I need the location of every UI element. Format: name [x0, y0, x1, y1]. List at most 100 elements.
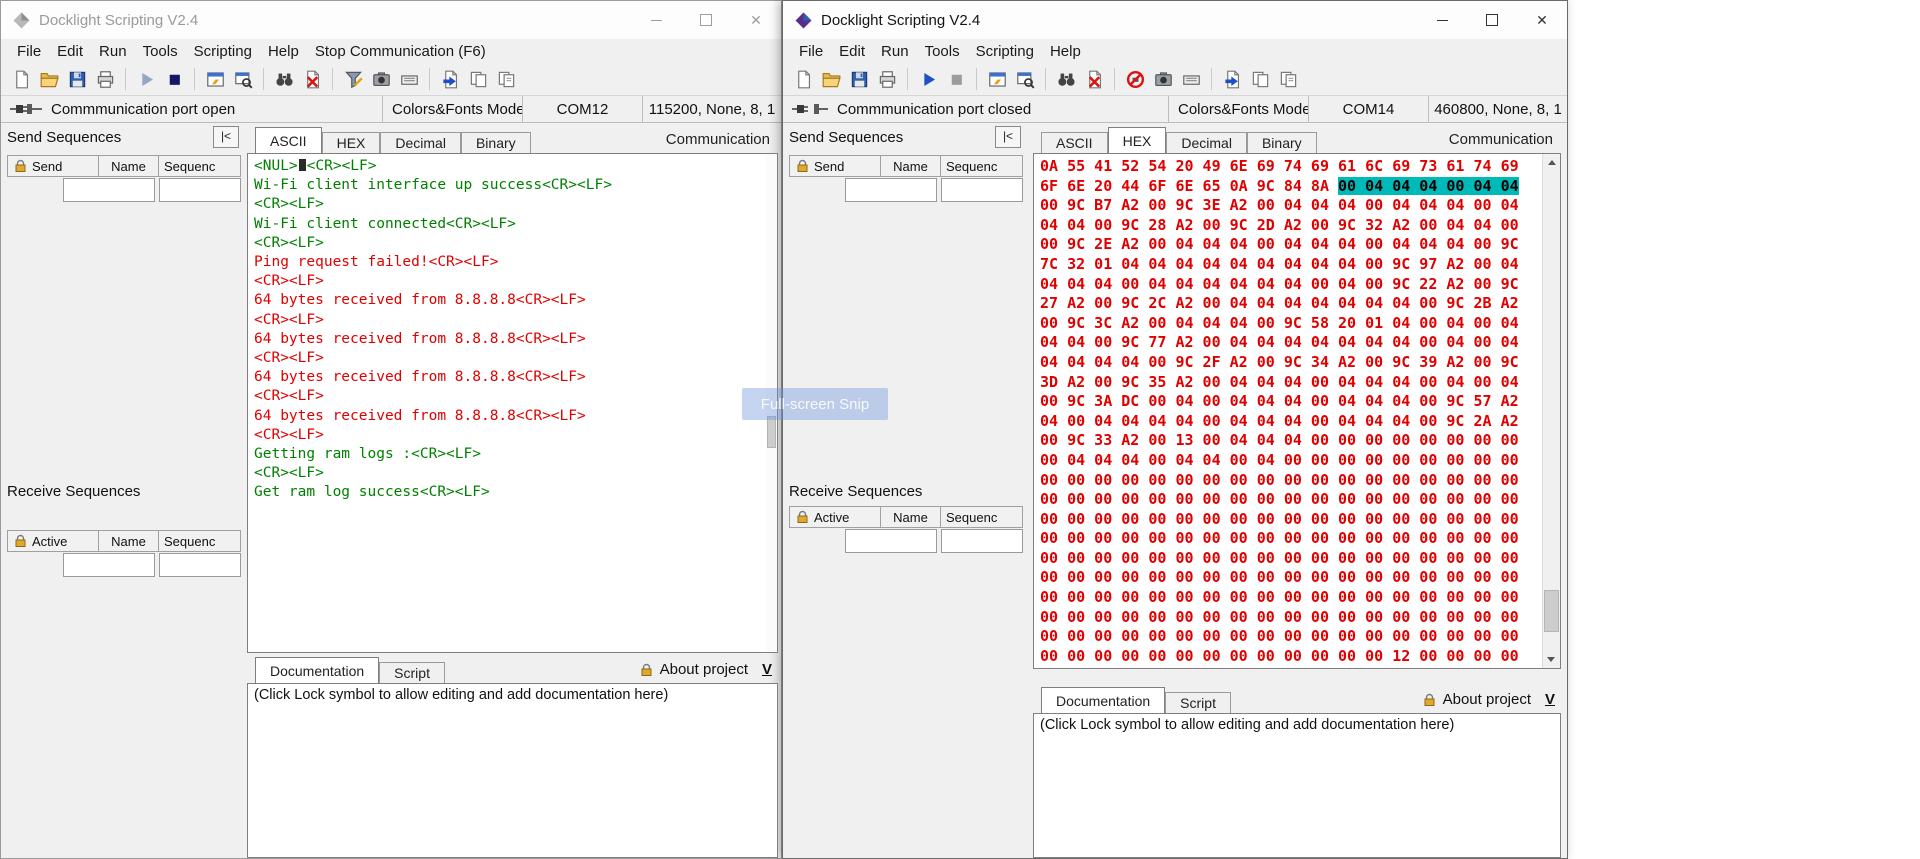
tab-decimal[interactable]: Decimal	[380, 132, 461, 153]
documentation-editor[interactable]: (Click Lock symbol to allow editing and …	[1033, 713, 1561, 858]
menu-item-edit[interactable]: Edit	[49, 41, 91, 62]
copy-sequence-alt-icon[interactable]	[1275, 66, 1301, 92]
keyboard-console-icon[interactable]	[1178, 66, 1204, 92]
project-settings-icon[interactable]	[230, 66, 256, 92]
sequence-column-header[interactable]: Sequenc	[941, 506, 1023, 528]
open-folder-icon[interactable]	[818, 66, 844, 92]
print-icon[interactable]	[874, 66, 900, 92]
copy-sequence-icon[interactable]	[1247, 66, 1273, 92]
scrollbar-thumb[interactable]	[1544, 590, 1559, 632]
tab-ascii[interactable]: ASCII	[1041, 132, 1108, 153]
menu-item-stop-communication-f6[interactable]: Stop Communication (F6)	[307, 41, 494, 62]
receive-name-input[interactable]	[63, 553, 155, 577]
lock-icon[interactable]	[796, 510, 809, 524]
lock-icon[interactable]	[796, 159, 809, 173]
close-button-icon[interactable]: ✕	[1517, 1, 1567, 39]
communication-window[interactable]: <NUL><CR><LF>Wi-Fi client interface up s…	[247, 153, 778, 653]
scroll-down-icon[interactable]	[1547, 657, 1555, 662]
menu-item-file[interactable]: File	[9, 41, 49, 62]
menu-item-run[interactable]: Run	[91, 41, 135, 62]
documentation-editor[interactable]: (Click Lock symbol to allow editing and …	[247, 683, 778, 858]
active-column-header[interactable]: Active	[789, 506, 881, 528]
menu-item-file[interactable]: File	[791, 41, 831, 62]
copy-sequence-icon[interactable]	[465, 66, 491, 92]
menu-item-tools[interactable]: Tools	[135, 41, 186, 62]
scrollbar-thumb[interactable]	[767, 416, 776, 448]
stop-communication-icon[interactable]	[161, 66, 187, 92]
tab-binary[interactable]: Binary	[461, 132, 531, 153]
snapshot-camera-icon[interactable]	[368, 66, 394, 92]
menu-item-scripting[interactable]: Scripting	[968, 41, 1042, 62]
tab-binary[interactable]: Binary	[1247, 132, 1317, 153]
send-file-icon[interactable]	[1219, 66, 1245, 92]
lock-icon[interactable]	[640, 663, 653, 677]
open-folder-icon[interactable]	[36, 66, 62, 92]
clear-communication-icon[interactable]	[299, 66, 325, 92]
menu-item-help[interactable]: Help	[260, 41, 307, 62]
save-icon[interactable]	[846, 66, 872, 92]
comm-channel-settings-icon[interactable]	[984, 66, 1010, 92]
minimize-button-icon[interactable]	[1417, 1, 1467, 39]
display-mode-segment[interactable]: Colors&Fonts Mode	[383, 96, 523, 122]
com-port-segment[interactable]: COM12	[523, 96, 643, 122]
collapse-documentation-button[interactable]: V	[1545, 691, 1555, 708]
com-port-segment[interactable]: COM14	[1309, 96, 1429, 122]
scrollbar[interactable]	[766, 154, 777, 652]
send-column-header[interactable]: Send	[7, 155, 99, 177]
comm-channel-settings-icon[interactable]	[202, 66, 228, 92]
keyboard-console-icon[interactable]	[396, 66, 422, 92]
scroll-up-icon[interactable]	[1543, 154, 1560, 171]
send-name-input[interactable]	[63, 178, 155, 202]
send-column-header[interactable]: Send	[789, 155, 881, 177]
menu-item-scripting[interactable]: Scripting	[186, 41, 260, 62]
lock-icon[interactable]	[1423, 693, 1436, 707]
tab-hex[interactable]: HEX	[322, 132, 381, 153]
receive-sequence-input[interactable]	[941, 529, 1023, 553]
receive-sequence-input[interactable]	[159, 553, 241, 577]
tab-documentation[interactable]: Documentation	[1041, 687, 1165, 713]
close-button-icon[interactable]: ✕	[731, 1, 781, 39]
new-file-icon[interactable]	[8, 66, 34, 92]
lock-icon[interactable]	[14, 159, 27, 173]
start-communication-icon[interactable]	[133, 66, 159, 92]
menu-item-edit[interactable]: Edit	[831, 41, 873, 62]
new-file-icon[interactable]	[790, 66, 816, 92]
stop-communication-icon[interactable]	[943, 66, 969, 92]
print-icon[interactable]	[92, 66, 118, 92]
sequence-column-header[interactable]: Sequenc	[159, 530, 241, 552]
scrollbar[interactable]	[1542, 154, 1560, 668]
tab-decimal[interactable]: Decimal	[1166, 132, 1247, 153]
send-sequence-input[interactable]	[159, 178, 241, 202]
clear-communication-icon[interactable]	[1081, 66, 1107, 92]
name-column-header[interactable]: Name	[99, 155, 159, 177]
tab-script[interactable]: Script	[1165, 692, 1231, 713]
tab-ascii[interactable]: ASCII	[255, 127, 322, 153]
send-name-input[interactable]	[845, 178, 937, 202]
display-mode-segment[interactable]: Colors&Fonts Mode	[1169, 96, 1309, 122]
minimize-button-icon[interactable]	[631, 1, 681, 39]
name-column-header[interactable]: Name	[99, 530, 159, 552]
name-column-header[interactable]: Name	[881, 506, 941, 528]
edit-filter-icon[interactable]	[340, 66, 366, 92]
sequence-column-header[interactable]: Sequenc	[159, 155, 241, 177]
active-column-header[interactable]: Active	[7, 530, 99, 552]
send-file-icon[interactable]	[437, 66, 463, 92]
tab-hex[interactable]: HEX	[1108, 127, 1167, 153]
find-sequence-icon[interactable]	[1053, 66, 1079, 92]
maximize-button-icon[interactable]	[1467, 1, 1517, 39]
lock-icon[interactable]	[14, 534, 27, 548]
serial-params-segment[interactable]: 115200, None, 8, 1	[643, 96, 781, 122]
menu-item-tools[interactable]: Tools	[917, 41, 968, 62]
maximize-button-icon[interactable]	[681, 1, 731, 39]
collapse-sequences-button[interactable]: |<	[995, 126, 1021, 148]
menu-item-run[interactable]: Run	[873, 41, 917, 62]
project-settings-icon[interactable]	[1012, 66, 1038, 92]
send-sequence-input[interactable]	[941, 178, 1023, 202]
tab-script[interactable]: Script	[379, 662, 445, 683]
tab-documentation[interactable]: Documentation	[255, 657, 379, 683]
copy-sequence-alt-icon[interactable]	[493, 66, 519, 92]
communication-window[interactable]: 0A 55 41 52 54 20 49 6E 69 74 69 61 6C 6…	[1033, 153, 1561, 669]
snapshot-camera-icon[interactable]	[1150, 66, 1176, 92]
collapse-sequences-button[interactable]: |<	[213, 126, 239, 148]
name-column-header[interactable]: Name	[881, 155, 941, 177]
